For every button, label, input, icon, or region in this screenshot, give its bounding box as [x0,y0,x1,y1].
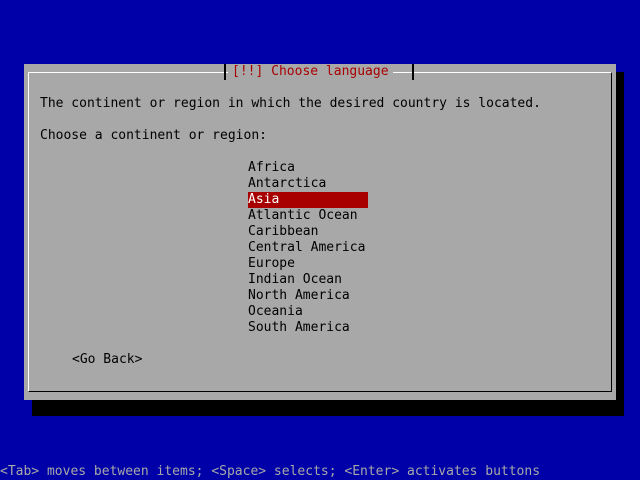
region-option-antarctica[interactable]: Antarctica [248,176,368,192]
region-option-africa[interactable]: Africa [248,160,368,176]
region-list: Africa Antarctica Asia Atlantic Ocean Ca… [248,160,368,336]
go-back-button[interactable]: <Go Back> [72,352,142,368]
dialog-prompt: Choose a continent or region: [40,128,267,143]
region-option-caribbean[interactable]: Caribbean [248,224,368,240]
region-option-indian-ocean[interactable]: Indian Ocean [248,272,368,288]
dialog-description: The continent or region in which the des… [40,96,541,111]
title-divider-right [412,64,414,80]
region-option-north-america[interactable]: North America [248,288,368,304]
region-option-south-america[interactable]: South America [248,320,368,336]
region-option-europe[interactable]: Europe [248,256,368,272]
dialog-title: [!!] Choose language [228,64,393,80]
choose-language-dialog: [!!] Choose language The continent or re… [24,64,616,400]
region-option-oceania[interactable]: Oceania [248,304,368,320]
keyboard-help-bar: <Tab> moves between items; <Space> selec… [0,464,541,479]
region-option-central-america[interactable]: Central America [248,240,368,256]
region-option-asia[interactable]: Asia [248,192,368,208]
region-option-atlantic-ocean[interactable]: Atlantic Ocean [248,208,368,224]
title-divider-left [224,64,226,80]
